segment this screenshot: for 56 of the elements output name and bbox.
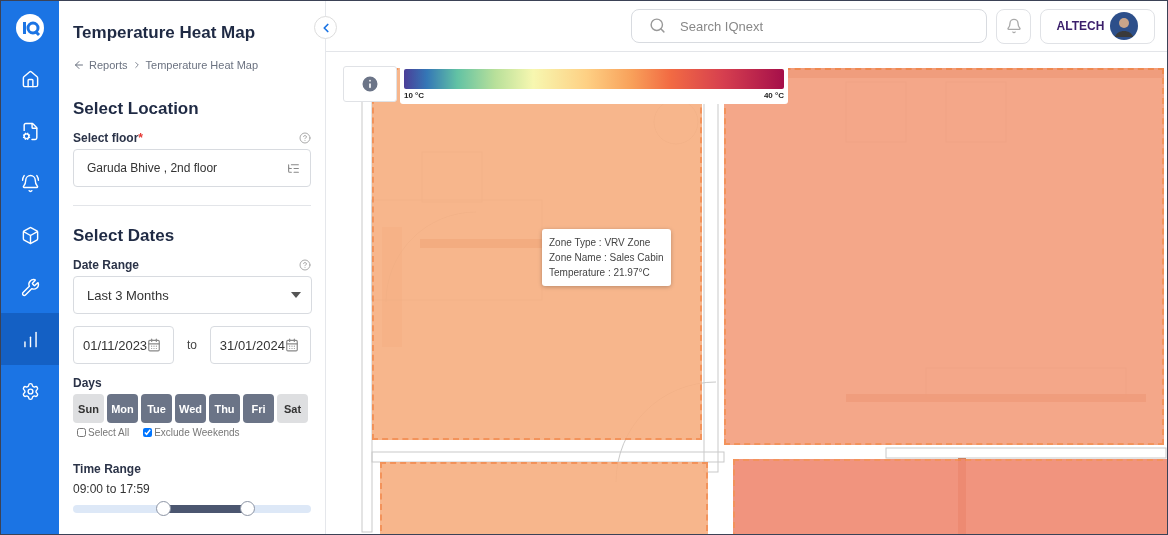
day-toggle[interactable]: Wed [175, 394, 206, 423]
tooltip-line: Temperature : 21.97°C [549, 266, 651, 280]
page-title: Temperature Heat Map [73, 23, 256, 43]
collapse-button[interactable] [314, 16, 337, 39]
checkbox-label: Select All [88, 427, 130, 438]
day-toggle[interactable]: Thu [209, 394, 240, 423]
help-icon [299, 259, 311, 271]
day-toggle[interactable]: Sun [73, 394, 104, 423]
calendar-icon [147, 338, 162, 352]
day-toggle[interactable]: Tue [141, 394, 172, 423]
checkbox[interactable] [77, 428, 86, 437]
date-field[interactable]: 31/01/2024 [209, 326, 311, 364]
section-heading: Select Location [73, 99, 200, 119]
info-button[interactable] [343, 66, 397, 102]
tooltip-line: Zone Name : Sales Cabin [549, 251, 664, 265]
field-label: Days [73, 376, 103, 390]
settings-icon [20, 381, 40, 401]
wrench-icon [20, 277, 40, 297]
day-toggle[interactable]: Fri [243, 394, 274, 423]
slider-thumb[interactable] [155, 501, 171, 516]
checkbox[interactable] [143, 428, 153, 437]
checkbox-label: Exclude Weekends [154, 427, 240, 438]
logo-icon [14, 11, 46, 43]
day-toggle[interactable]: Sat [277, 394, 308, 423]
range-separator: to [186, 338, 198, 352]
notifications-button[interactable] [996, 8, 1031, 44]
tree-icon [287, 161, 300, 175]
time-range-value: 09:00 to 17:59 [73, 482, 151, 496]
avatar-icon [1110, 12, 1139, 40]
home-icon [20, 69, 40, 89]
tooltip-line: Zone Type : VRV Zone [549, 236, 652, 250]
breadcrumb-current: Temperature Heat Map [145, 59, 259, 71]
field-label: Time Range [73, 462, 142, 476]
field-label: Select floor* [73, 131, 144, 145]
date-field[interactable]: 01/11/2023 [73, 326, 175, 364]
floor-select[interactable]: Garuda Bhive , 2nd floor [73, 149, 311, 187]
section-heading: Select Dates [73, 226, 176, 246]
date-range-select[interactable]: Last 3 Months [73, 276, 312, 314]
back-arrow-icon[interactable] [73, 59, 85, 71]
breadcrumb-link[interactable]: Reports [89, 59, 128, 71]
info-icon [360, 74, 380, 94]
day-toggle[interactable]: Mon [107, 394, 138, 423]
box-icon [20, 225, 40, 245]
calendar-icon [284, 338, 299, 352]
bell-icon [20, 173, 40, 193]
bell-icon [1005, 18, 1022, 34]
field-label: Date Range [73, 258, 140, 272]
legend-max: 40 °C [763, 91, 784, 100]
file-settings-icon [20, 121, 40, 141]
help-icon [299, 132, 311, 144]
slider-thumb[interactable] [239, 501, 255, 516]
user-menu-button[interactable]: ALTECH [1040, 8, 1155, 44]
legend-min: 10 °C [404, 91, 425, 100]
search-field[interactable]: Search IQnext [631, 9, 987, 43]
caret-icon [291, 292, 301, 298]
search-icon [649, 17, 666, 34]
